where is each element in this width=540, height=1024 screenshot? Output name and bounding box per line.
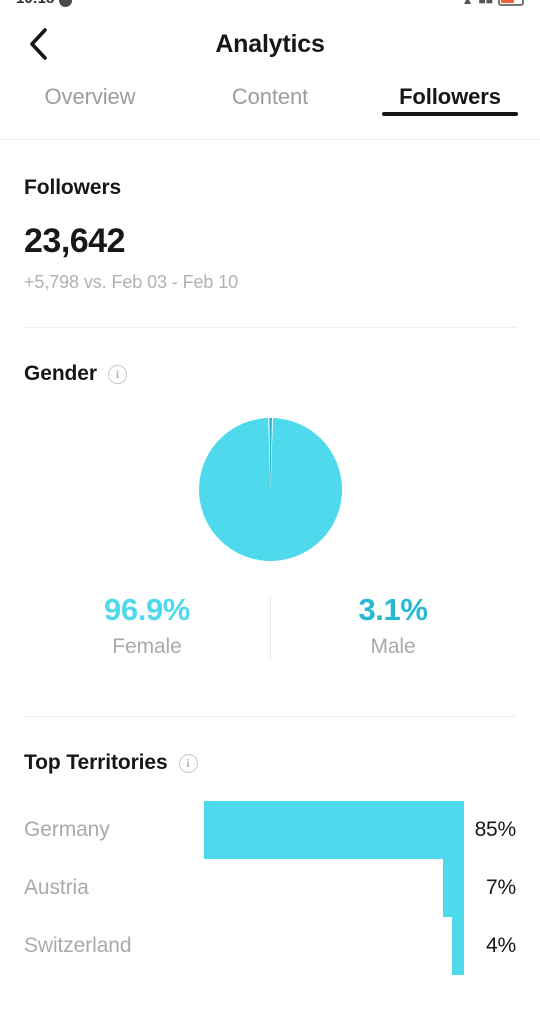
- territories-heading: Top Territories i: [24, 751, 516, 775]
- followers-summary: Followers 23,642 +5,798 vs. Feb 03 - Feb…: [0, 140, 540, 327]
- female-percent: 96.9%: [104, 592, 190, 627]
- status-bar-left: 10:18: [16, 0, 73, 10]
- territories-list: Germany 85% Austria 7% Switzerland 4%: [24, 801, 516, 975]
- nav-bar: Analytics: [0, 10, 540, 78]
- female-label: Female: [112, 635, 182, 658]
- camera-dot-icon: [59, 0, 73, 7]
- territory-bar-track: [204, 801, 464, 859]
- territory-bar: [442, 859, 464, 917]
- followers-comparison: +5,798 vs. Feb 03 - Feb 10: [24, 272, 239, 292]
- territory-name: Germany: [24, 818, 110, 841]
- gender-title: Gender: [24, 362, 97, 385]
- male-percent: 3.1%: [358, 592, 428, 627]
- male-label: Male: [370, 635, 416, 658]
- territories-title: Top Territories: [24, 751, 168, 774]
- table-row[interactable]: Switzerland 4%: [24, 917, 516, 975]
- gender-pie-wrap: [24, 418, 516, 561]
- signal-bars-icon: ■■: [478, 0, 494, 7]
- territories-section: Top Territories i Germany 85% Austria 7%…: [0, 717, 540, 975]
- table-row[interactable]: Austria 7%: [24, 859, 516, 917]
- territory-name: Austria: [24, 876, 89, 899]
- tab-content[interactable]: Content: [180, 78, 360, 110]
- back-button[interactable]: [14, 20, 62, 68]
- followers-label: Followers: [24, 176, 122, 199]
- page-title: Analytics: [215, 29, 325, 58]
- gender-stat-male: 3.1% Male: [270, 592, 516, 659]
- wifi-icon: ▲: [461, 0, 474, 7]
- gender-stats-divider: [270, 595, 271, 661]
- status-bar: 10:18 ▲ ■■: [0, 0, 540, 10]
- territory-bar-track: [204, 859, 464, 917]
- status-time: 10:18: [16, 0, 54, 6]
- tab-overview[interactable]: Overview: [0, 78, 180, 110]
- gender-pie-chart: [198, 418, 342, 561]
- status-bar-right: ▲ ■■: [462, 0, 524, 10]
- gender-section: Gender i 96.9% Female 3.1% Male: [0, 328, 540, 661]
- territory-value: 4%: [486, 934, 516, 957]
- tab-followers[interactable]: Followers: [360, 78, 540, 116]
- territory-value: 7%: [486, 876, 516, 899]
- gender-stat-female: 96.9% Female: [24, 592, 270, 659]
- territory-bar: [451, 917, 464, 975]
- tab-bar: Overview Content Followers: [0, 78, 540, 140]
- gender-stats: 96.9% Female 3.1% Male: [24, 592, 516, 661]
- info-circle-icon[interactable]: i: [107, 364, 127, 384]
- followers-count: 23,642: [24, 222, 126, 260]
- info-circle-icon[interactable]: i: [178, 753, 198, 773]
- territory-bar: [204, 801, 464, 859]
- territory-name: Switzerland: [24, 934, 132, 957]
- chevron-left-icon: [27, 27, 49, 61]
- territory-bar-track: [204, 917, 464, 975]
- territory-value: 85%: [474, 818, 517, 841]
- battery-icon: [498, 0, 524, 6]
- gender-heading: Gender i: [24, 362, 516, 386]
- table-row[interactable]: Germany 85%: [24, 801, 516, 859]
